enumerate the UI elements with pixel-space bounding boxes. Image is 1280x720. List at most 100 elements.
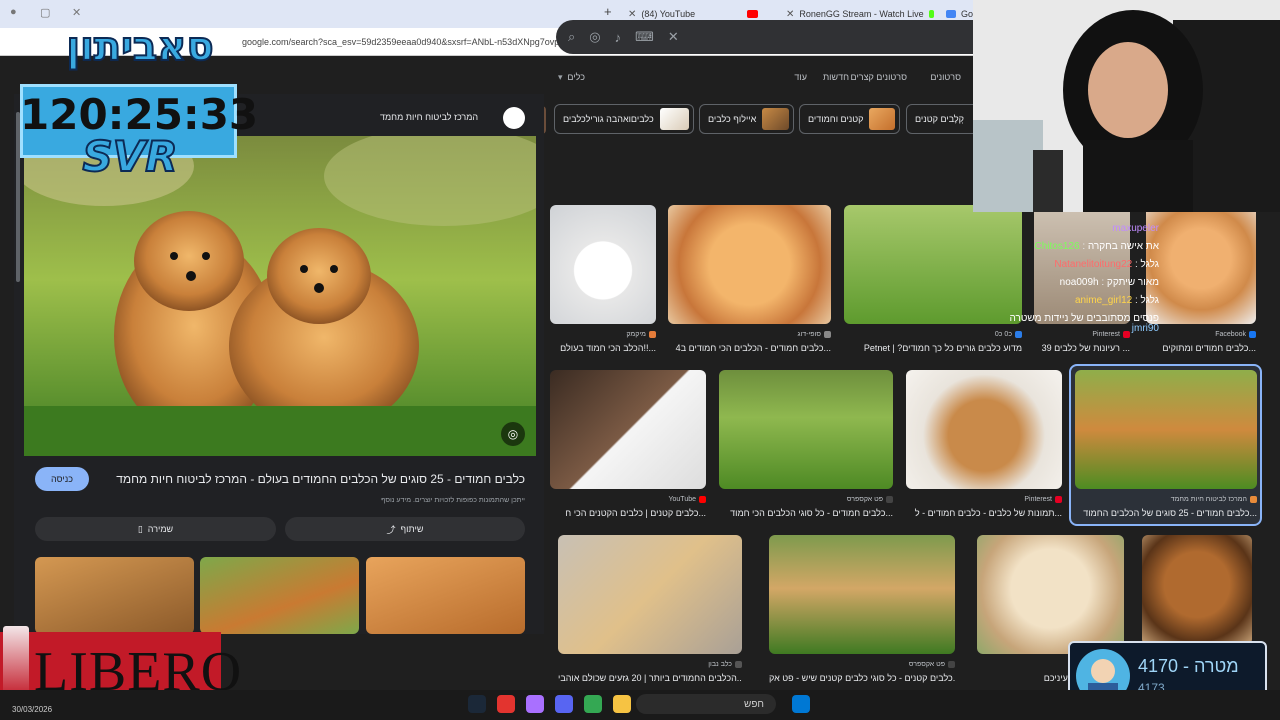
tab-strip-icon[interactable]: ▢ [40,6,50,19]
result-image[interactable] [719,370,893,489]
svr-logo: SVR [81,131,178,182]
result-image[interactable] [769,535,955,654]
result-caption[interactable]: כלבים חמודים - כל סוגי הכלבים הכי חמוד..… [719,508,893,518]
save-label: שמירה [147,524,174,534]
result-card[interactable]: Pinterest תמונות של כלבים - כלבים חמודים… [906,370,1062,520]
result-card[interactable]: המרכז לביטוח חיות מחמד כלבים חמודים - 25… [1075,370,1257,520]
result-caption[interactable]: כלבים חמודים ומתוקים... [1146,343,1256,353]
result-source: Facebook [1215,331,1256,338]
chat-user: anime_girl12 [1074,295,1133,306]
source-label: פט אקספרס [846,496,883,503]
result-image[interactable] [668,205,831,324]
chip-2[interactable]: איילוף כלבים [699,104,794,134]
kick-icon [928,10,934,18]
search-icon[interactable]: ⌕ [568,29,575,45]
filter-videos[interactable]: סרטונים [930,72,961,82]
chat-message: Natanelitoitung22 : גלגל [1054,259,1159,270]
discord-icon[interactable] [555,695,573,713]
result-source: Pinterest [1024,496,1062,503]
twitch-icon[interactable] [526,695,544,713]
new-tab-icon[interactable]: + [604,4,612,19]
chrome-icon[interactable] [584,695,602,713]
filter-tools[interactable]: כלים [567,72,585,82]
save-button[interactable]: ▯ שמירה [35,517,276,541]
result-card[interactable] [1142,535,1252,645]
visit-button[interactable]: כניסה [35,467,89,491]
back-icon[interactable]: ● [10,6,17,18]
source-label: פט אקספרס [908,661,945,668]
search-box[interactable]: ⌕ ◎ ♪ ⌨ ✕ [556,20,973,54]
source-label: המרכז לביטוח חיות מחמד [1170,496,1247,503]
close-icon[interactable]: ✕ [786,9,794,20]
result-image[interactable] [558,535,742,654]
taskbar-search[interactable]: חפש [636,694,776,714]
result-source: פט אקספרס [909,661,955,668]
result-caption[interactable]: כלבים קטנים - כל סוגי כלבים קטנים שיש - … [769,673,955,683]
keyboard-icon[interactable]: ⌨ [635,29,654,45]
share-button[interactable]: ⤴ שיתוף [285,517,525,541]
lens-icon[interactable]: ◎ [589,29,600,45]
result-caption[interactable]: תמונות של כלבים - כלבים חמודים - ל... [906,508,1062,518]
related-image[interactable] [200,557,359,634]
result-image[interactable] [906,370,1062,489]
result-image[interactable] [977,535,1124,654]
result-source: YouTube [668,496,706,503]
result-image[interactable] [550,370,706,489]
result-card[interactable]: מיקמק הכלב הכי חמוד בעולם!!... [550,205,656,355]
chat-text: מאור שיתקק [1106,277,1159,288]
close-tab-icon[interactable]: ✕ [72,6,81,19]
result-image[interactable] [1075,370,1257,489]
chat-message: noa009h : מאור שיתקק [1059,277,1159,288]
copyright-note: ייתכן שהתמונות כפופות לזכויות יוצרים. מי… [381,497,525,504]
site-icon [886,496,893,503]
search-filters: סרטונים סרטונים קצרים חדשות עוד כלים ▾ [556,72,973,88]
result-card[interactable]: סופי-דוג כלבים חמודים - הכלבים הכי חמודי… [668,205,831,355]
preview-image[interactable] [24,136,536,456]
result-caption[interactable]: 39 רעיונות של כלבים ... [1034,343,1130,353]
result-caption[interactable]: כלבים חמודים - הכלבים הכי חמודים ב4... [668,343,831,353]
result-card[interactable]: פט אקספרס כלבים חמודים - כל סוגי הכלבים … [719,370,893,520]
explorer-icon[interactable] [613,695,631,713]
close-icon[interactable]: ✕ [628,9,636,20]
related-image[interactable] [35,557,194,634]
result-image[interactable] [550,205,656,324]
result-card[interactable]: פט אקספרס כלבים קטנים - כל סוגי כלבים קט… [769,535,955,685]
result-card[interactable]: כלב נבון הכלבים החמודים ביותר | 20 גזעים… [558,535,742,685]
chip-label: קְלָבים קטנים [915,114,964,124]
chevron-down-icon: ▾ [558,72,563,82]
result-card[interactable]: YouTube כלבים קטנים | כלבים הקטנים הכי ח… [550,370,706,520]
mic-icon[interactable]: ♪ [615,30,622,45]
related-image[interactable] [366,557,525,634]
chip-1[interactable]: קטנים וחמודים [799,104,900,134]
filter-shorts[interactable]: סרטונים קצרים [851,72,907,82]
result-caption[interactable]: Petnet | ?מדוע כלבים גורים כל כך חמודים [844,343,1022,353]
chat-text: גלגל [1140,295,1159,306]
chip-label: איילוף כלבים [708,114,757,124]
filter-news[interactable]: חדשות [823,72,849,82]
source-label: YouTube [668,496,696,503]
windows-start-icon[interactable] [792,695,810,713]
result-image[interactable] [1142,535,1252,645]
app-icon[interactable] [497,695,515,713]
panel-source[interactable]: המרכז לביטוח חיות מחמד [380,112,478,122]
steam-icon[interactable] [468,695,486,713]
result-caption[interactable]: כלבים חמודים - 25 סוגים של הכלבים החמוד.… [1075,508,1257,518]
tab-label: (84) YouTube [641,9,696,19]
chat-message: maxupeler [1112,223,1159,234]
chip-label: קטנים וחמודים [808,114,864,124]
share-label: שיתוף [400,524,424,534]
facebook-icon [1249,331,1256,338]
chip-thumbnail [762,108,789,130]
result-caption[interactable]: הכלב הכי חמוד בעולם!!... [550,343,656,353]
result-caption[interactable]: כלבים קטנים | כלבים הקטנים הכי ח... [550,508,706,518]
result-caption[interactable]: הכלבים החמודים ביותר | 20 גזעים שכולם או… [558,673,742,683]
chip-label: כלביםואהבה גורילכלבים [563,114,654,124]
chip-3[interactable]: כלביםואהבה גורילכלבים [554,104,694,134]
filter-more[interactable]: עוד [794,72,807,82]
preview-title[interactable]: כלבים חמודים - 25 סוגים של הכלבים החמודי… [100,472,525,486]
chat-overlay: maxupeler Chitos126 : את אישה בחקרה Nata… [973,215,1163,340]
chip-row: כלביםואהבה גורילכלבים איילוף כלבים קטנים… [536,104,996,140]
webcam-feed [973,0,1280,212]
clear-icon[interactable]: ✕ [668,29,679,45]
visual-search-icon[interactable]: ◎ [501,422,525,446]
